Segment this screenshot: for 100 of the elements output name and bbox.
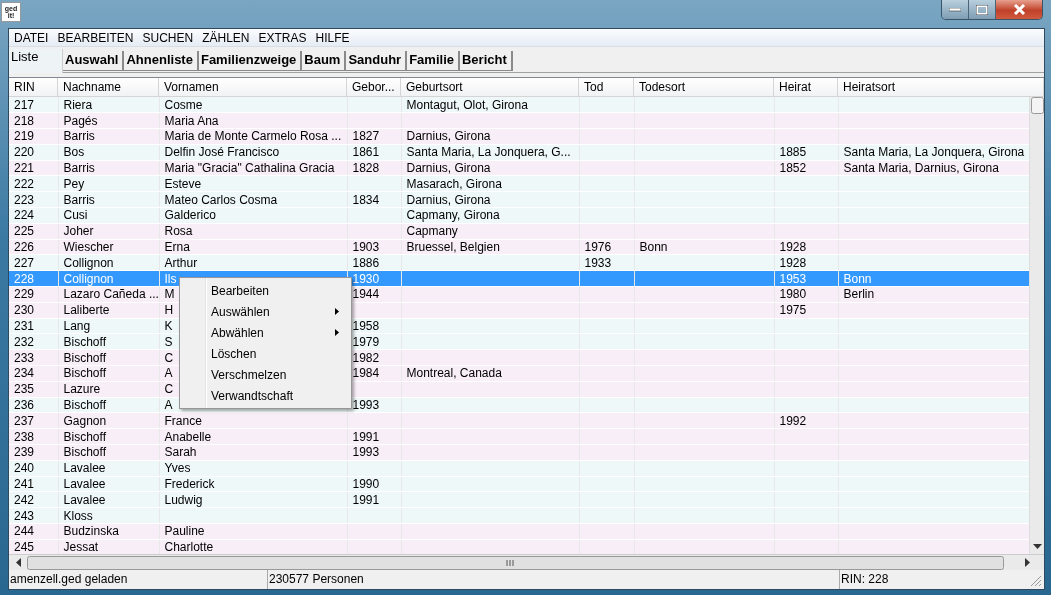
- table-cell: Maria "Gracia" Cathalina Gracia: [159, 160, 347, 176]
- table-cell: 225: [9, 223, 58, 240]
- scrollbar-thumb[interactable]: [1030, 97, 1044, 114]
- table-cell: 1991: [347, 491, 401, 508]
- table-cell: 243: [9, 507, 58, 524]
- table-cell: Collignon: [58, 270, 159, 287]
- maximize-button[interactable]: [969, 0, 996, 19]
- table-cell: 1828: [347, 160, 401, 176]
- tab[interactable]: Baum: [302, 51, 347, 71]
- table-cell: 1976: [579, 239, 634, 255]
- table-cell: 232: [9, 333, 58, 350]
- table-cell: 1885: [774, 144, 838, 161]
- tab[interactable]: Bericht: [459, 51, 513, 71]
- table-cell: Bischoff: [58, 397, 159, 413]
- menu-item[interactable]: SUCHEN: [141, 30, 201, 45]
- table-cell: 239: [9, 444, 58, 461]
- table-cell: Yves: [159, 460, 347, 477]
- table-cell: Mateo Carlos Cosma: [159, 191, 347, 208]
- right-arrow-icon[interactable]: [1025, 558, 1031, 567]
- table-cell: 1928: [774, 239, 838, 255]
- table-cell: Collignon: [58, 254, 159, 271]
- table-cell: Bonn: [634, 239, 774, 255]
- table-cell: 226: [9, 239, 58, 255]
- column-header[interactable]: Nachname: [58, 78, 159, 96]
- tab[interactable]: Ahnenliste: [124, 51, 199, 71]
- menu-item[interactable]: DATEI: [13, 30, 56, 45]
- maximize-icon: [976, 4, 988, 15]
- table-cell: Lazure: [58, 381, 159, 398]
- table-cell: Laliberte: [58, 302, 159, 319]
- column-header[interactable]: Tod: [579, 78, 634, 96]
- table-cell: 1861: [347, 144, 401, 161]
- tab[interactable]: Liste: [9, 49, 63, 73]
- table-cell: 217: [9, 97, 58, 113]
- table-cell: Ludwig: [159, 491, 347, 508]
- table-cell: Wiescher: [58, 239, 159, 255]
- table-cell: Joher: [58, 223, 159, 240]
- table-cell: 1834: [347, 191, 401, 208]
- status-text: 230577 Personen: [268, 570, 840, 589]
- table-cell: Riera: [58, 97, 159, 113]
- column-header[interactable]: Geburtsort: [401, 78, 579, 96]
- table-cell: 1827: [347, 128, 401, 145]
- tab[interactable]: Familienzweige: [198, 51, 303, 71]
- submenu-arrow-icon: [335, 308, 339, 315]
- resize-grip-icon[interactable]: [1030, 575, 1042, 587]
- table-cell: Capmany, Girona: [401, 207, 579, 224]
- table-cell: 229: [9, 286, 58, 303]
- table-cell: 244: [9, 523, 58, 540]
- column-header[interactable]: Vornamen: [159, 78, 347, 96]
- column-header[interactable]: Heiratsort: [838, 78, 1044, 96]
- down-arrow-icon[interactable]: [1032, 544, 1042, 550]
- close-button[interactable]: [996, 0, 1042, 19]
- table-cell: 221: [9, 160, 58, 176]
- table-cell: Lavalee: [58, 460, 159, 477]
- table-cell: 235: [9, 381, 58, 398]
- tab[interactable]: Sanduhr: [346, 51, 408, 71]
- table-cell: 1933: [579, 254, 634, 271]
- tab[interactable]: Familie: [407, 51, 460, 71]
- tab[interactable]: Auswahl: [63, 51, 125, 71]
- table-cell: 242: [9, 491, 58, 508]
- table-cell: Pagés: [58, 112, 159, 129]
- column-header[interactable]: Todesort: [634, 78, 774, 96]
- table-cell: Cusi: [58, 207, 159, 224]
- table-cell: Maria de Monte Carmelo Rosa ...: [159, 128, 347, 145]
- table-cell: 1991: [347, 428, 401, 445]
- menu-item[interactable]: EXTRAS: [257, 30, 314, 45]
- table-cell: Delfin José Francisco: [159, 144, 347, 161]
- table-cell: 219: [9, 128, 58, 145]
- table-cell: Bischoff: [58, 444, 159, 461]
- table-cell: Bischoff: [58, 428, 159, 445]
- column-header[interactable]: Heirat: [774, 78, 838, 96]
- table-cell: Bischoff: [58, 333, 159, 350]
- table-cell: 241: [9, 476, 58, 492]
- column-header[interactable]: Gebor...: [347, 78, 401, 96]
- table-cell: 1953: [774, 270, 838, 287]
- table-cell: 223: [9, 191, 58, 208]
- menu-item[interactable]: HILFE: [314, 30, 357, 45]
- table-cell: Galderico: [159, 207, 347, 224]
- column-header[interactable]: RIN: [9, 78, 58, 96]
- table-cell: Berlin: [838, 286, 1029, 303]
- table-cell: Sarah: [159, 444, 347, 461]
- table-cell: 1975: [774, 302, 838, 319]
- table-cell: Pauline: [159, 523, 347, 540]
- table-cell: Bonn: [838, 270, 1029, 287]
- table-cell: 234: [9, 365, 58, 382]
- table-cell: Masarach, Girona: [401, 176, 579, 192]
- menu-item[interactable]: ZÄHLEN: [201, 30, 257, 45]
- table-cell: Bos: [58, 144, 159, 161]
- table-cell: Kloss: [58, 507, 159, 524]
- menu-item[interactable]: BEARBEITEN: [56, 30, 141, 45]
- table-cell: Rosa: [159, 223, 347, 240]
- table-cell: Maria Ana: [159, 112, 347, 129]
- status-text: RIN: 228: [840, 571, 890, 588]
- minimize-button[interactable]: [942, 0, 969, 19]
- left-arrow-icon[interactable]: [15, 558, 21, 567]
- status-text: amenzell.ged geladen: [9, 570, 268, 589]
- table-cell: Darnius, Girona: [401, 160, 579, 176]
- table-cell: Frederick: [159, 476, 347, 492]
- table-cell: Bruessel, Belgien: [401, 239, 579, 255]
- table-row[interactable]: 217 Riera Cosme Montagut, Olot, Girona: [9, 97, 1029, 113]
- table-cell: Anabelle: [159, 428, 347, 445]
